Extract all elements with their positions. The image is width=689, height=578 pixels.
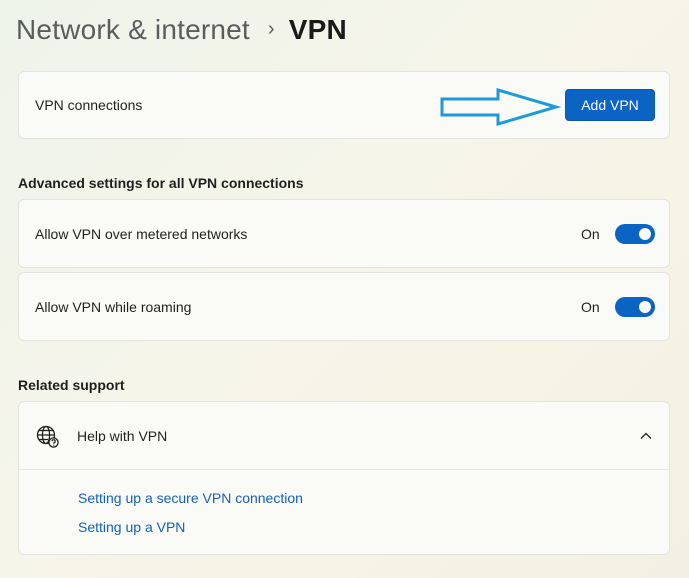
toggle-knob: [639, 227, 651, 240]
link-secure-vpn-connection[interactable]: Setting up a secure VPN connection: [78, 490, 303, 506]
chevron-up-icon[interactable]: [639, 429, 653, 443]
add-vpn-button[interactable]: Add VPN: [565, 89, 655, 121]
roaming-toggle-state: On: [581, 298, 600, 315]
advanced-settings-heading: Advanced settings for all VPN connection…: [18, 175, 304, 191]
breadcrumb: Network & internet › VPN: [16, 14, 347, 46]
annotation-arrow-icon: [440, 87, 562, 127]
metered-networks-label: Allow VPN over metered networks: [35, 225, 248, 242]
metered-toggle-state: On: [581, 225, 600, 242]
roaming-row: Allow VPN while roaming On: [18, 272, 670, 341]
metered-networks-row: Allow VPN over metered networks On: [18, 199, 670, 268]
support-links: Setting up a secure VPN connection Setti…: [19, 470, 669, 535]
globe-icon: [36, 425, 59, 448]
related-support-heading: Related support: [18, 377, 125, 393]
breadcrumb-parent[interactable]: Network & internet: [16, 14, 250, 46]
roaming-toggle[interactable]: [615, 296, 655, 317]
breadcrumb-separator: ›: [267, 17, 275, 40]
link-setting-up-vpn[interactable]: Setting up a VPN: [78, 519, 185, 535]
roaming-label: Allow VPN while roaming: [35, 298, 192, 315]
help-with-vpn-label: Help with VPN: [77, 427, 168, 444]
help-with-vpn-header[interactable]: Help with VPN: [19, 402, 669, 470]
related-support-card: Help with VPN Setting up a secure VPN co…: [18, 401, 670, 555]
page-title: VPN: [288, 14, 347, 45]
metered-networks-toggle[interactable]: [615, 223, 655, 244]
toggle-knob: [639, 300, 651, 313]
vpn-connections-card: VPN connections Add VPN: [18, 71, 670, 139]
